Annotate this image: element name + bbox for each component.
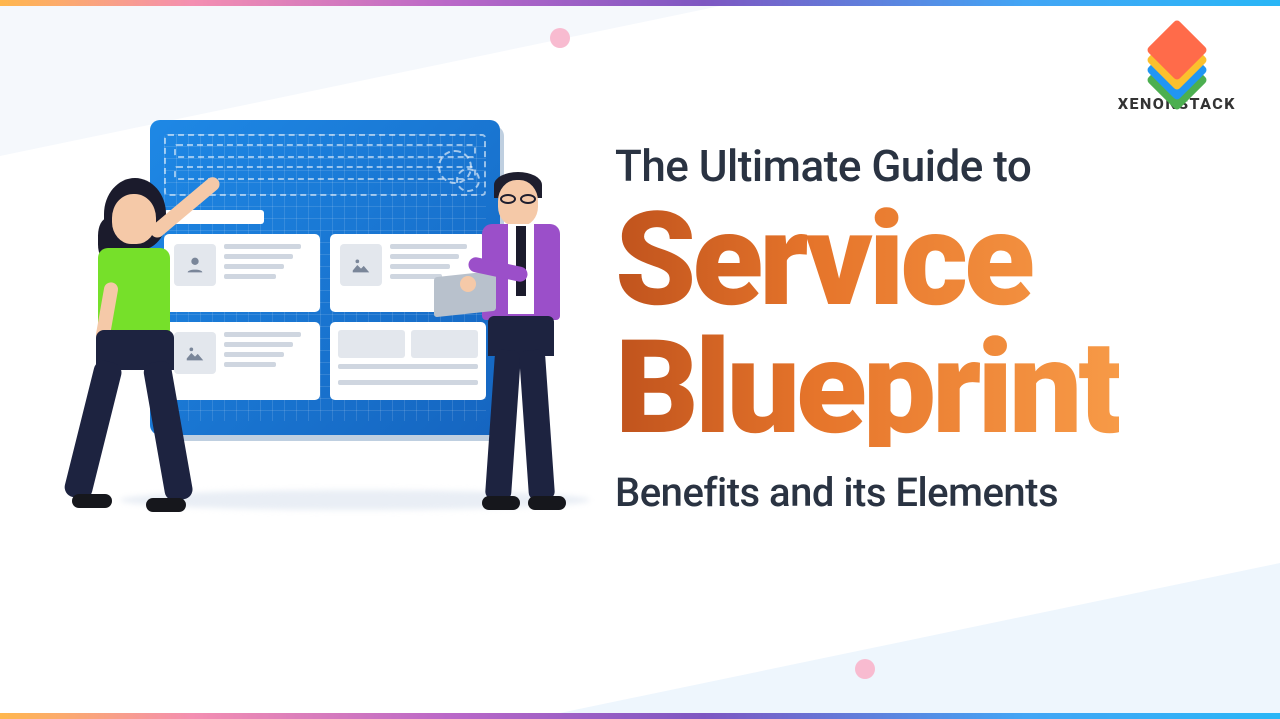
decor-triangle-bottom-right — [560, 563, 1280, 713]
rainbow-bottom-border — [0, 713, 1280, 719]
headline-main-1: Service — [615, 200, 1119, 320]
headline-suffix: Benefits and its Elements — [615, 469, 1119, 516]
decor-dot — [855, 659, 875, 679]
image-icon — [340, 244, 382, 286]
headline-block: The Ultimate Guide to Service Blueprint … — [615, 140, 1119, 516]
person-man — [450, 162, 590, 562]
stack-icon — [1141, 28, 1213, 88]
brand-logo: XENONSTACK — [1118, 28, 1236, 113]
hero-illustration — [50, 120, 590, 570]
decor-dot — [550, 28, 570, 48]
headline-main-2: Blueprint — [615, 328, 1119, 448]
person-woman — [50, 172, 200, 552]
